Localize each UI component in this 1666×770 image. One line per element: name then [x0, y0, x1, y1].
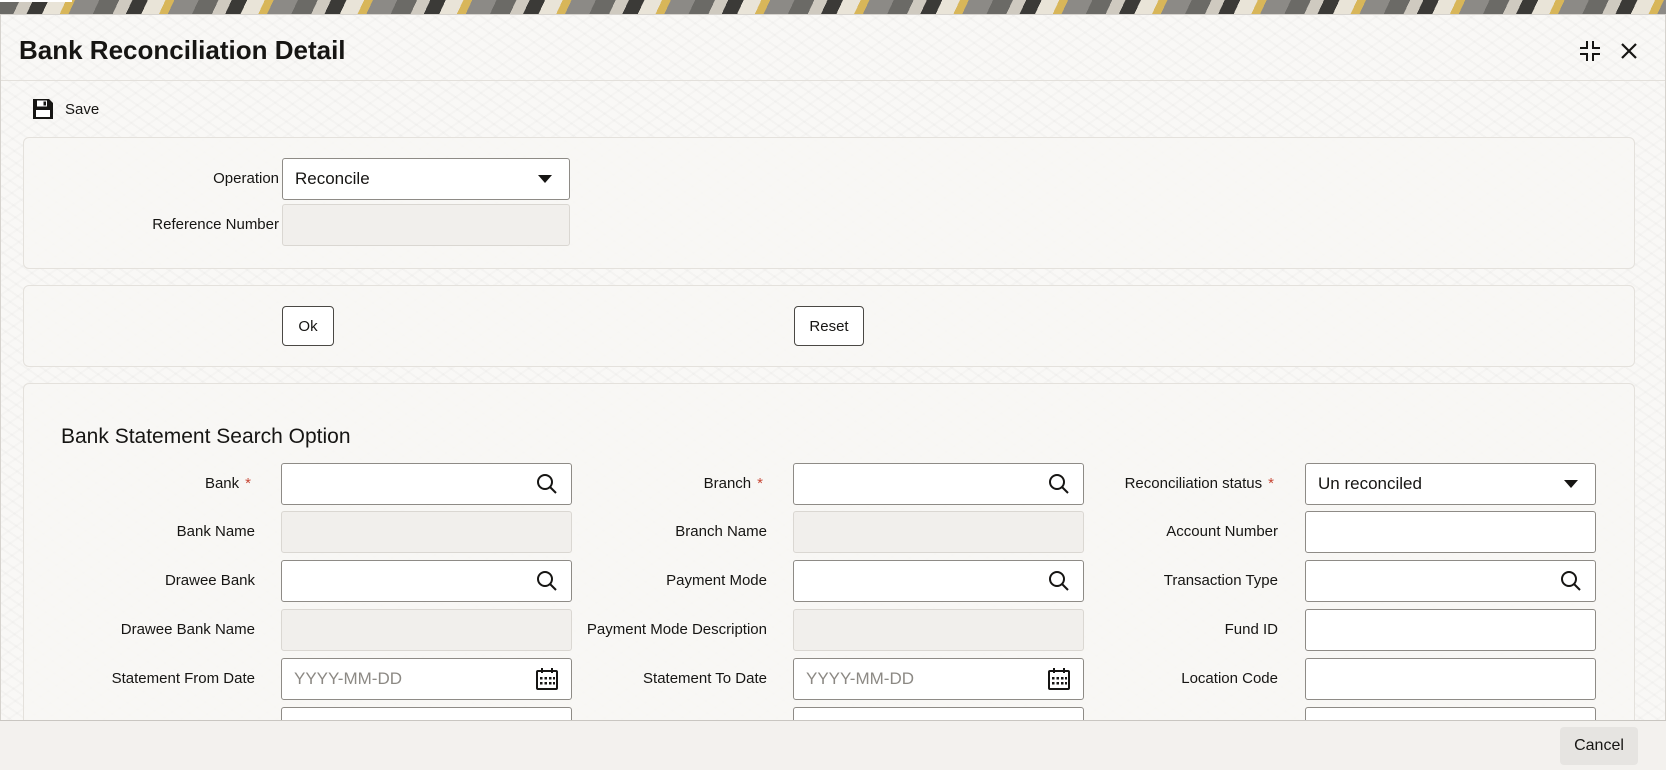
search-icon[interactable] [535, 569, 559, 593]
fund-id-label: Fund ID [1224, 621, 1278, 638]
bank-name-field [281, 511, 572, 553]
reconciliation-status-label: Reconciliation status * [1125, 475, 1274, 492]
close-icon [1621, 43, 1637, 59]
statement-to-date-label: Statement To Date [643, 670, 767, 687]
bank-reconciliation-dialog: Bank Reconciliation Detail Save Operatio… [0, 14, 1666, 770]
drawee-bank-input[interactable] [281, 560, 572, 602]
statement-to-date-placeholder: YYYY-MM-DD [806, 669, 914, 688]
banner-tab-indicator [0, 0, 72, 2]
statement-from-date-placeholder: YYYY-MM-DD [294, 669, 402, 688]
statement-to-date-input[interactable]: YYYY-MM-DD [793, 658, 1084, 700]
transaction-type-input[interactable] [1305, 560, 1596, 602]
branch-input[interactable] [793, 463, 1084, 505]
reference-number-field [282, 204, 570, 246]
collapse-arrows-icon [1580, 41, 1600, 61]
operation-value: Reconcile [295, 169, 370, 188]
operation-panel: Operation Reconcile Reference Number [23, 137, 1635, 269]
floppy-disk-icon [33, 99, 53, 119]
drawee-bank-name-label: Drawee Bank Name [120, 621, 255, 638]
statement-from-date-input[interactable]: YYYY-MM-DD [281, 658, 572, 700]
save-button[interactable]: Save [31, 97, 99, 121]
search-icon[interactable] [1559, 569, 1583, 593]
reset-button[interactable]: Reset [794, 306, 864, 346]
reconciliation-status-label-text: Reconciliation status [1124, 475, 1263, 492]
operation-select[interactable]: Reconcile [282, 158, 570, 200]
bank-label-text: Bank [204, 475, 240, 492]
payment-mode-description-label: Payment Mode Description [586, 621, 767, 638]
operation-label: Operation [213, 170, 279, 187]
reconciliation-status-select[interactable]: Un reconciled [1305, 463, 1596, 505]
search-icon[interactable] [1047, 569, 1071, 593]
location-code-label: Location Code [1181, 670, 1278, 687]
cancel-button[interactable]: Cancel [1560, 727, 1638, 765]
bank-input[interactable] [281, 463, 572, 505]
dialog-title: Bank Reconciliation Detail [19, 35, 346, 65]
maximize-button[interactable] [1576, 37, 1604, 65]
reconciliation-status-value: Un reconciled [1318, 474, 1422, 493]
top-banner [0, 0, 1666, 14]
payment-mode-description-field [793, 609, 1084, 651]
branch-name-field [793, 511, 1084, 553]
branch-label: Branch * [704, 475, 763, 492]
transaction-type-label: Transaction Type [1163, 572, 1278, 589]
bank-label: Bank * [205, 475, 251, 492]
fund-id-input[interactable] [1305, 609, 1596, 651]
calendar-icon[interactable] [535, 667, 559, 691]
search-section-title: Bank Statement Search Option [61, 425, 351, 448]
close-button[interactable] [1615, 37, 1643, 65]
drawee-bank-name-field [281, 609, 572, 651]
required-asterisk: * [757, 475, 763, 492]
payment-mode-label: Payment Mode [666, 572, 767, 589]
ok-button[interactable]: Ok [282, 306, 334, 346]
search-icon[interactable] [535, 472, 559, 496]
branch-name-label: Branch Name [675, 523, 767, 540]
statement-from-date-label: Statement From Date [111, 670, 255, 687]
reference-number-label: Reference Number [152, 216, 279, 233]
required-asterisk: * [245, 475, 251, 492]
save-label: Save [65, 100, 100, 118]
chevron-down-icon [1559, 472, 1583, 496]
payment-mode-input[interactable] [793, 560, 1084, 602]
chevron-down-icon [533, 167, 557, 191]
required-asterisk: * [1268, 475, 1274, 492]
drawee-bank-label: Drawee Bank [164, 572, 255, 589]
bank-name-label: Bank Name [176, 523, 255, 540]
action-panel: Ok Reset [23, 285, 1635, 367]
header-divider [1, 80, 1665, 81]
account-number-label: Account Number [1166, 523, 1278, 540]
branch-label-text: Branch [703, 475, 752, 492]
account-number-input[interactable] [1305, 511, 1596, 553]
location-code-input[interactable] [1305, 658, 1596, 700]
search-icon[interactable] [1047, 472, 1071, 496]
dialog-footer [0, 720, 1666, 770]
vertical-scrollbar[interactable] [1653, 95, 1663, 730]
calendar-icon[interactable] [1047, 667, 1071, 691]
